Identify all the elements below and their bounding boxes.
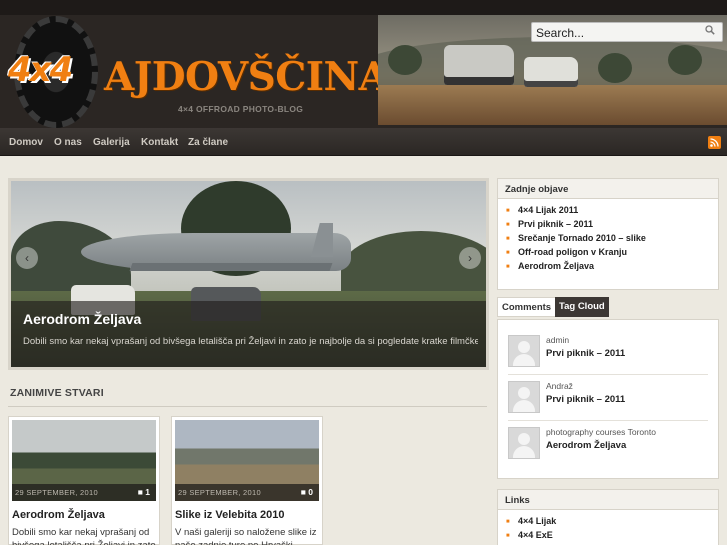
section-title: ZANIMIVE STVARI bbox=[10, 387, 104, 399]
post-date: 29 SEPTEMBER, 2010 bbox=[178, 488, 261, 497]
post-thumbnail[interactable]: 29 SEPTEMBER, 2010 ■ 1 bbox=[12, 420, 156, 501]
comment-author: admin bbox=[546, 335, 570, 345]
divider bbox=[8, 406, 487, 407]
top-strip bbox=[0, 0, 727, 15]
comment-item: Andraž Prvi piknik – 2011 bbox=[508, 381, 713, 413]
links-widget: Links 4×4 Lijak 4×4 ExE bbox=[497, 489, 719, 545]
slider-next-button[interactable]: › bbox=[459, 247, 481, 269]
divider bbox=[508, 420, 708, 421]
search-input[interactable] bbox=[536, 25, 696, 40]
comment-author: Andraž bbox=[546, 381, 573, 391]
slider-prev-button[interactable]: ‹ bbox=[16, 247, 38, 269]
recent-post-link[interactable]: Srečanje Tornado 2010 – slike bbox=[506, 233, 710, 247]
post-title[interactable]: Aerodrom Željava bbox=[12, 509, 105, 521]
comment-item: admin Prvi piknik – 2011 bbox=[508, 335, 713, 367]
divider bbox=[508, 374, 708, 375]
avatar bbox=[508, 335, 540, 367]
comment-count[interactable]: ■ 1 bbox=[138, 487, 150, 497]
featured-slider[interactable]: Aerodrom Željava Dobili smo kar nekaj vp… bbox=[8, 178, 489, 370]
recent-post-link[interactable]: 4×4 Lijak 2011 bbox=[506, 205, 710, 219]
nav-item-domov[interactable]: Domov bbox=[9, 137, 43, 148]
rss-icon[interactable] bbox=[708, 136, 721, 149]
recent-comments: admin Prvi piknik – 2011 Andraž Prvi pik… bbox=[497, 319, 719, 479]
comment-post-link[interactable]: Prvi piknik – 2011 bbox=[546, 394, 625, 405]
site-logo[interactable]: 4x4 AJDOVŠČINA 4×4 OFFROAD PHOTO-BLOG bbox=[8, 14, 389, 128]
slide-excerpt: Dobili smo kar nekaj vprašanj od bivšega… bbox=[23, 336, 478, 347]
nav-item-za-clane[interactable]: Za člane bbox=[188, 137, 228, 148]
post-card[interactable]: 29 SEPTEMBER, 2010 ■ 1 Aerodrom Željava … bbox=[8, 416, 160, 545]
tab-comments[interactable]: Comments bbox=[497, 297, 557, 317]
slide-title[interactable]: Aerodrom Željava bbox=[23, 311, 141, 327]
recent-post-link[interactable]: Off-road poligon v Kranju bbox=[506, 247, 710, 261]
main-nav: Domov O nas Galerija Kontakt Za člane bbox=[0, 128, 727, 156]
suv-vehicle bbox=[524, 57, 578, 87]
logo-title: AJDOVŠČINA bbox=[104, 54, 389, 100]
magnifier-icon[interactable] bbox=[702, 24, 718, 40]
logo-badge: 4x4 bbox=[8, 50, 73, 90]
recent-post-link[interactable]: Aerodrom Željava bbox=[506, 261, 710, 275]
site-header: 4x4 AJDOVŠČINA 4×4 OFFROAD PHOTO-BLOG bbox=[0, 0, 727, 128]
sidebar-tabs: Comments Tag Cloud bbox=[497, 297, 719, 317]
recent-post-link[interactable]: Prvi piknik – 2011 bbox=[506, 219, 710, 233]
comment-post-link[interactable]: Aerodrom Željava bbox=[546, 440, 626, 451]
post-excerpt: V naši galeriji so naložene slike iz naš… bbox=[175, 527, 317, 545]
post-thumbnail[interactable]: 29 SEPTEMBER, 2010 ■ 0 bbox=[175, 420, 319, 501]
post-date: 29 SEPTEMBER, 2010 bbox=[15, 488, 98, 497]
recent-posts-widget: Zadnje objave 4×4 Lijak 2011 Prvi piknik… bbox=[497, 178, 719, 290]
nav-item-galerija[interactable]: Galerija bbox=[93, 137, 130, 148]
suv-vehicle bbox=[444, 45, 514, 85]
avatar bbox=[508, 381, 540, 413]
comment-author: photography courses Toronto bbox=[546, 427, 656, 437]
tab-tag-cloud[interactable]: Tag Cloud bbox=[555, 297, 609, 317]
post-card[interactable]: 29 SEPTEMBER, 2010 ■ 0 Slike iz Velebita… bbox=[171, 416, 323, 545]
comment-item: photography courses Toronto Aerodrom Žel… bbox=[508, 427, 713, 459]
comment-post-link[interactable]: Prvi piknik – 2011 bbox=[546, 348, 625, 359]
blogroll-link[interactable]: 4×4 ExE bbox=[506, 530, 710, 544]
search-box bbox=[531, 22, 723, 42]
comment-count[interactable]: ■ 0 bbox=[301, 487, 313, 497]
nav-item-kontakt[interactable]: Kontakt bbox=[141, 137, 178, 148]
widget-title: Zadnje objave bbox=[498, 179, 718, 199]
post-excerpt: Dobili smo kar nekaj vprašanj od bivšega… bbox=[12, 527, 156, 545]
logo-subtitle: 4×4 OFFROAD PHOTO-BLOG bbox=[178, 104, 304, 114]
post-title[interactable]: Slike iz Velebita 2010 bbox=[175, 509, 284, 521]
widget-title: Links bbox=[498, 490, 718, 510]
blogroll-link[interactable]: 4×4 Lijak bbox=[506, 516, 710, 530]
nav-item-o-nas[interactable]: O nas bbox=[54, 137, 82, 148]
avatar bbox=[508, 427, 540, 459]
